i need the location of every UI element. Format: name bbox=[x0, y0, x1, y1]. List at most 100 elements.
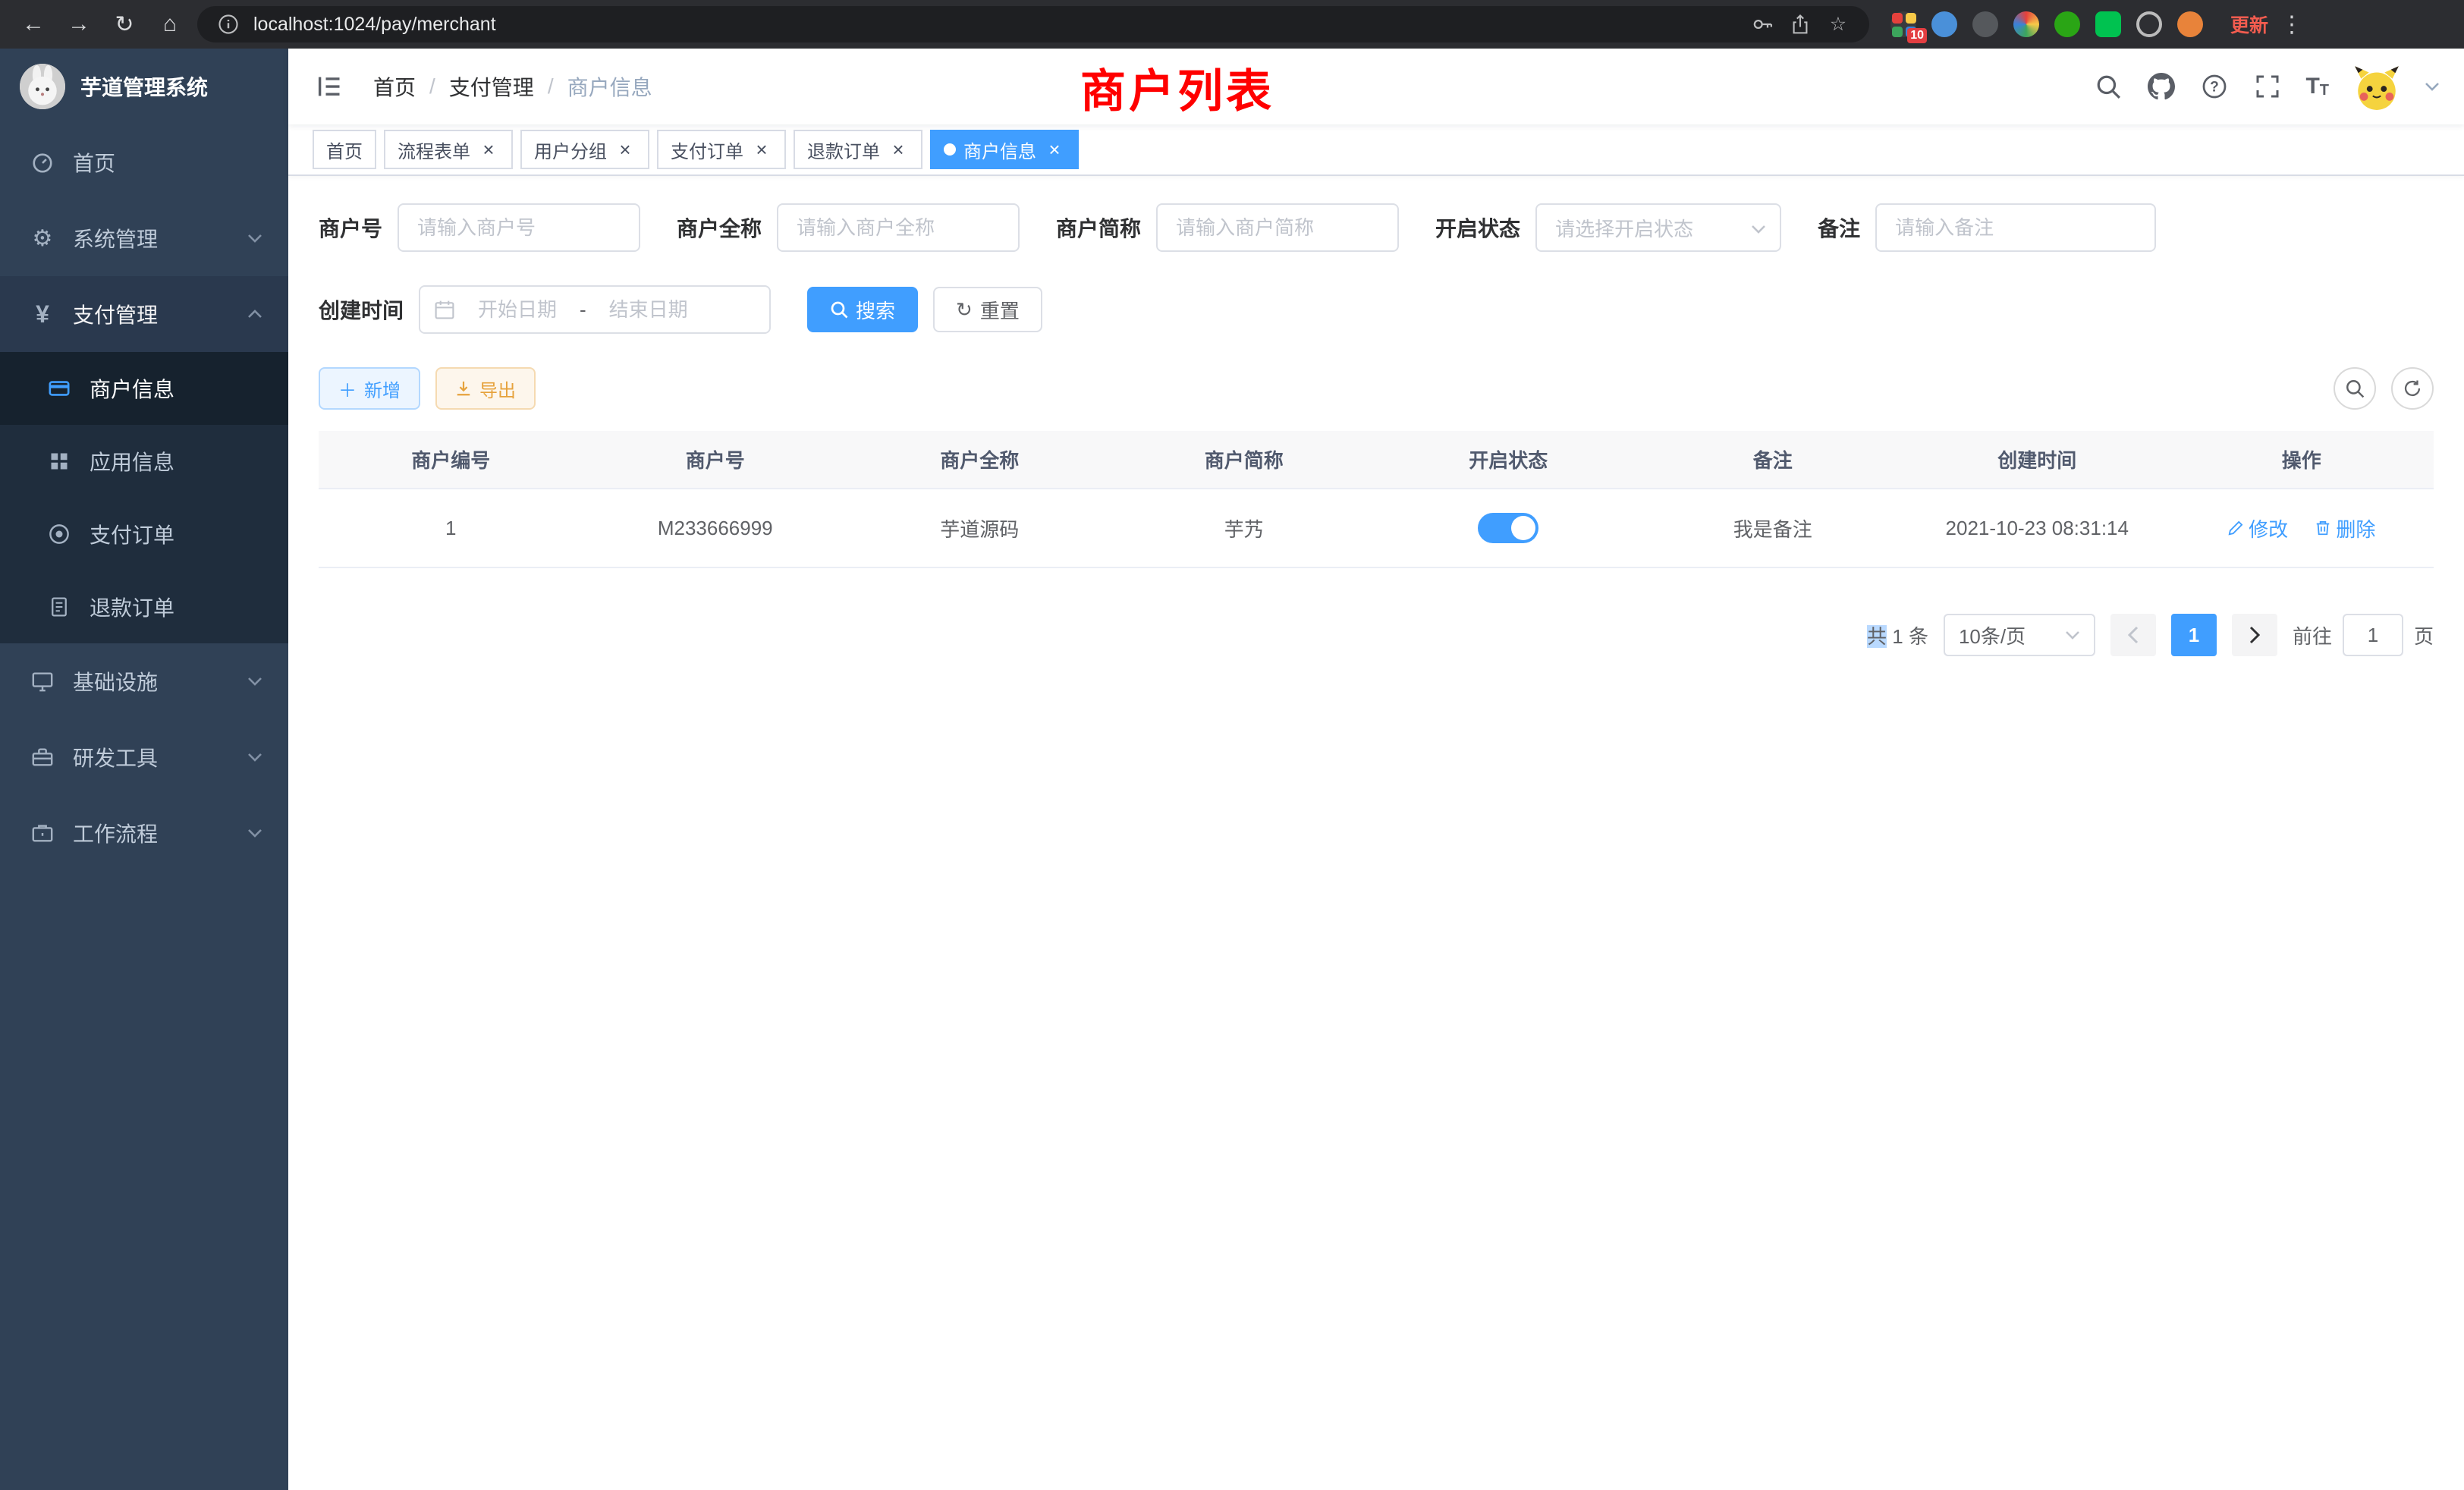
refresh-table-button[interactable] bbox=[2391, 367, 2434, 410]
close-icon[interactable]: × bbox=[888, 139, 909, 160]
export-button[interactable]: 导出 bbox=[435, 367, 536, 410]
sidebar-item-label: 系统管理 bbox=[73, 223, 247, 253]
app-logo[interactable]: 芋道管理系统 bbox=[0, 49, 288, 124]
sidebar-item-home[interactable]: 首页 bbox=[0, 124, 288, 200]
reset-button[interactable]: ↻ 重置 bbox=[933, 287, 1042, 332]
date-end-input[interactable] bbox=[594, 298, 703, 322]
navbar-actions: ? TT bbox=[2093, 61, 2440, 112]
goto-label: 前往 bbox=[2293, 621, 2332, 649]
avatar-caret-icon[interactable] bbox=[2425, 82, 2440, 91]
edit-link[interactable]: 修改 bbox=[2227, 514, 2288, 542]
browser-home-icon[interactable]: ⌂ bbox=[152, 6, 188, 42]
date-range-picker[interactable]: - bbox=[419, 285, 771, 334]
sidebar-item-dev-tools[interactable]: 研发工具 bbox=[0, 719, 288, 795]
filter-short-name: 商户简称 bbox=[1056, 203, 1399, 252]
briefcase-icon bbox=[26, 822, 59, 844]
merchant-no-input[interactable] bbox=[398, 203, 640, 252]
column-header: 商户简称 bbox=[1112, 431, 1377, 489]
extension-icon[interactable] bbox=[2136, 11, 2162, 37]
close-icon[interactable]: × bbox=[751, 139, 772, 160]
close-icon[interactable]: × bbox=[1044, 139, 1065, 160]
browser-back-icon[interactable]: ← bbox=[15, 6, 52, 42]
extension-icon[interactable] bbox=[2054, 11, 2080, 37]
logo-rabbit-icon bbox=[20, 64, 65, 109]
extension-icon[interactable] bbox=[1972, 11, 1998, 37]
browser-update-button[interactable]: 更新 bbox=[2230, 11, 2268, 38]
delete-link[interactable]: 删除 bbox=[2315, 514, 2375, 542]
toolbox-icon bbox=[26, 746, 59, 769]
cell-merchant-id: 1 bbox=[319, 489, 583, 567]
filter-full-name: 商户全称 bbox=[677, 203, 1020, 252]
chevron-up-icon bbox=[247, 310, 262, 319]
sidebar-item-merchant-info[interactable]: 商户信息 bbox=[0, 352, 288, 425]
pagination: 共 1 条 10条/页 1 前往 bbox=[319, 614, 2434, 656]
add-button[interactable]: ＋ 新增 bbox=[319, 367, 420, 410]
search-icon[interactable] bbox=[2093, 71, 2123, 102]
pagination-total-rest: 1 条 bbox=[1887, 625, 1928, 648]
tab-user-group[interactable]: 用户分组 × bbox=[520, 130, 649, 169]
extension-icon[interactable] bbox=[2013, 11, 2039, 37]
current-page-button[interactable]: 1 bbox=[2171, 614, 2217, 656]
password-key-icon[interactable] bbox=[1749, 11, 1775, 37]
status-toggle[interactable] bbox=[1478, 513, 1538, 543]
breadcrumb-payment[interactable]: 支付管理 bbox=[449, 71, 534, 102]
next-page-button[interactable] bbox=[2232, 614, 2277, 656]
tab-merchant-info[interactable]: 商户信息 × bbox=[930, 130, 1079, 169]
sidebar-item-payment[interactable]: ¥ 支付管理 bbox=[0, 276, 288, 352]
close-icon[interactable]: × bbox=[614, 139, 636, 160]
tab-home[interactable]: 首页 bbox=[313, 130, 376, 169]
page-info-icon[interactable] bbox=[215, 11, 241, 37]
toolbar-right bbox=[2334, 367, 2434, 410]
tab-refund-order[interactable]: 退款订单 × bbox=[794, 130, 922, 169]
close-icon[interactable]: × bbox=[478, 139, 499, 160]
page-size-select[interactable]: 10条/页 bbox=[1944, 614, 2095, 656]
full-name-input[interactable] bbox=[777, 203, 1020, 252]
sidebar-item-pay-order[interactable]: 支付订单 bbox=[0, 498, 288, 571]
extension-icon[interactable] bbox=[2095, 11, 2121, 37]
cell-actions: 修改 删除 bbox=[2170, 489, 2434, 567]
browser-chrome: ← → ↻ ⌂ localhost:1024/pay/merchant ☆ 10 bbox=[0, 0, 2464, 49]
font-size-icon[interactable]: TT bbox=[2305, 74, 2329, 99]
profile-avatar-icon[interactable] bbox=[2177, 11, 2203, 37]
browser-menu-icon[interactable]: ⋮ bbox=[2280, 11, 2303, 38]
search-button[interactable]: 搜索 bbox=[807, 287, 918, 332]
tab-process-form[interactable]: 流程表单 × bbox=[384, 130, 513, 169]
extension-icon[interactable] bbox=[1931, 11, 1957, 37]
sidebar-item-system[interactable]: ⚙ 系统管理 bbox=[0, 200, 288, 276]
breadcrumb-separator: / bbox=[548, 74, 554, 99]
tab-pay-order[interactable]: 支付订单 × bbox=[657, 130, 786, 169]
chevron-down-icon bbox=[247, 753, 262, 762]
extension-icon[interactable]: 10 bbox=[1890, 11, 1916, 37]
short-name-input[interactable] bbox=[1156, 203, 1399, 252]
remark-input[interactable] bbox=[1875, 203, 2156, 252]
goto-page-input[interactable] bbox=[2343, 614, 2403, 656]
fullscreen-icon[interactable] bbox=[2252, 71, 2283, 102]
user-avatar[interactable] bbox=[2352, 61, 2402, 112]
sidebar-item-infrastructure[interactable]: 基础设施 bbox=[0, 643, 288, 719]
sidebar-item-refund-order[interactable]: 退款订单 bbox=[0, 571, 288, 643]
chevron-down-icon bbox=[247, 234, 262, 243]
browser-reload-icon[interactable]: ↻ bbox=[106, 6, 143, 42]
sidebar-item-app-info[interactable]: 应用信息 bbox=[0, 425, 288, 498]
prev-page-button[interactable] bbox=[2110, 614, 2156, 656]
github-icon[interactable] bbox=[2146, 71, 2176, 102]
breadcrumb-home[interactable]: 首页 bbox=[373, 71, 416, 102]
date-start-input[interactable] bbox=[463, 298, 572, 322]
sidebar-item-workflow[interactable]: 工作流程 bbox=[0, 795, 288, 871]
search-button-label: 搜索 bbox=[856, 296, 895, 324]
bookmark-star-icon[interactable]: ☆ bbox=[1825, 11, 1851, 37]
help-icon[interactable]: ? bbox=[2199, 71, 2230, 102]
share-icon[interactable] bbox=[1787, 11, 1813, 37]
toggle-search-button[interactable] bbox=[2334, 367, 2376, 410]
sidebar-item-label: 首页 bbox=[73, 147, 262, 178]
sidebar: 芋道管理系统 首页 ⚙ 系统管理 ¥ 支付管理 bbox=[0, 49, 288, 1490]
sidebar-toggle-icon[interactable] bbox=[313, 70, 346, 103]
status-select[interactable]: 请选择开启状态 bbox=[1535, 203, 1781, 252]
browser-forward-icon[interactable]: → bbox=[61, 6, 97, 42]
refresh-icon: ↻ bbox=[956, 298, 973, 322]
address-bar[interactable]: localhost:1024/pay/merchant ☆ bbox=[197, 6, 1869, 42]
cell-merchant-no: M233666999 bbox=[583, 489, 848, 567]
dashboard-icon bbox=[26, 151, 59, 174]
sidebar-item-label: 支付订单 bbox=[90, 519, 262, 549]
payment-submenu: 商户信息 应用信息 支付订单 bbox=[0, 352, 288, 643]
